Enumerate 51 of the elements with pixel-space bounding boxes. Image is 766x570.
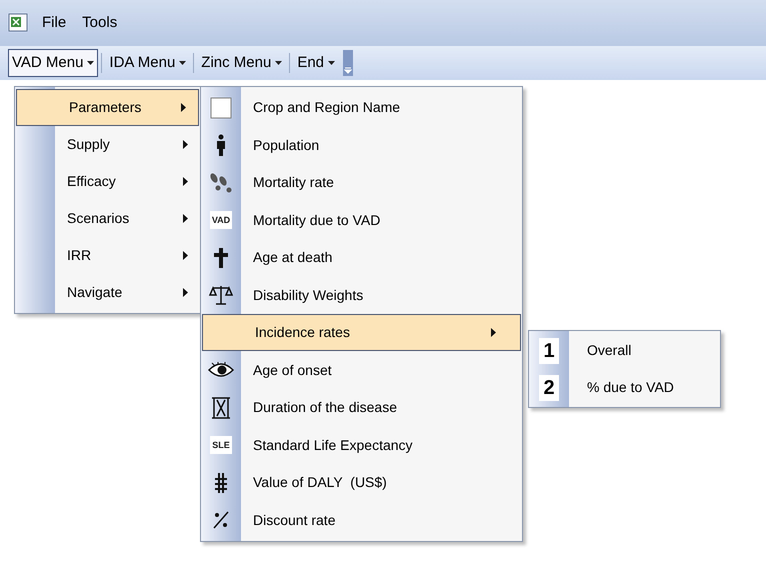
menu-item[interactable]: Disability Weights <box>241 276 522 314</box>
cross-icon <box>214 248 228 268</box>
caret-icon <box>87 61 94 65</box>
menu-item[interactable]: Tools <box>82 12 118 34</box>
hourglass-icon <box>210 396 232 419</box>
menu-item[interactable]: Crop and Region Name <box>241 89 522 126</box>
submenu-arrow-icon <box>183 251 188 260</box>
menu-item[interactable]: IRR <box>55 237 200 274</box>
menu-item[interactable]: % due to VAD <box>569 369 720 406</box>
spreadsheet-icon[interactable] <box>8 13 30 33</box>
menu-item[interactable]: Population <box>241 126 522 164</box>
number-label: 1 <box>539 338 559 364</box>
submenu-arrow-icon <box>183 214 188 223</box>
toolbar-menu-button[interactable]: Zinc Menu <box>197 49 286 77</box>
toolbar-menu-button[interactable]: IDA Menu <box>105 49 190 77</box>
menu-item[interactable]: Standard Life Expectancy <box>241 426 522 464</box>
person-icon <box>215 134 227 156</box>
submenu-arrow-icon <box>183 288 188 297</box>
menu-item[interactable]: Duration of the disease <box>241 389 522 426</box>
menu-item[interactable]: Scenarios <box>55 200 200 237</box>
caret-icon <box>179 61 186 65</box>
menu-item[interactable]: Supply <box>55 126 200 163</box>
eye-icon <box>208 362 234 378</box>
hash-icon <box>214 472 228 494</box>
menu-item[interactable]: Mortality due to VAD <box>241 202 522 239</box>
menu-item[interactable]: Discount rate <box>241 502 522 539</box>
badge-label: SLE <box>210 436 232 454</box>
caret-icon <box>275 61 282 65</box>
menu-item[interactable]: Age of onset <box>241 352 522 389</box>
menu-item[interactable]: Navigate <box>55 274 200 311</box>
toolbar-menu-button[interactable]: VAD Menu <box>8 49 98 77</box>
submenu-arrow-icon <box>181 103 186 112</box>
menu-item[interactable]: File <box>42 12 66 34</box>
scales-icon <box>209 284 233 306</box>
badge-label: VAD <box>210 211 232 230</box>
menu-item[interactable]: Overall <box>569 332 720 369</box>
toolbar-options-icon[interactable] <box>343 50 354 76</box>
menu-item[interactable]: Value of DALY (US$) <box>241 464 522 502</box>
blank-square-icon <box>210 96 232 119</box>
menu-item[interactable]: Efficacy <box>55 163 200 200</box>
percent-icon <box>212 510 230 530</box>
menu-item[interactable]: Age at death <box>241 239 522 276</box>
menu-item[interactable]: Incidence rates <box>202 314 521 351</box>
footprints-icon <box>209 172 233 194</box>
number-label: 2 <box>539 374 559 400</box>
submenu-arrow-icon <box>183 140 188 149</box>
caret-icon <box>328 61 336 65</box>
toolbar-menu-button[interactable]: End <box>293 49 340 77</box>
menu-item[interactable]: Mortality rate <box>241 164 522 202</box>
menu-item[interactable]: Parameters <box>16 89 199 126</box>
submenu-arrow-icon <box>183 177 188 186</box>
